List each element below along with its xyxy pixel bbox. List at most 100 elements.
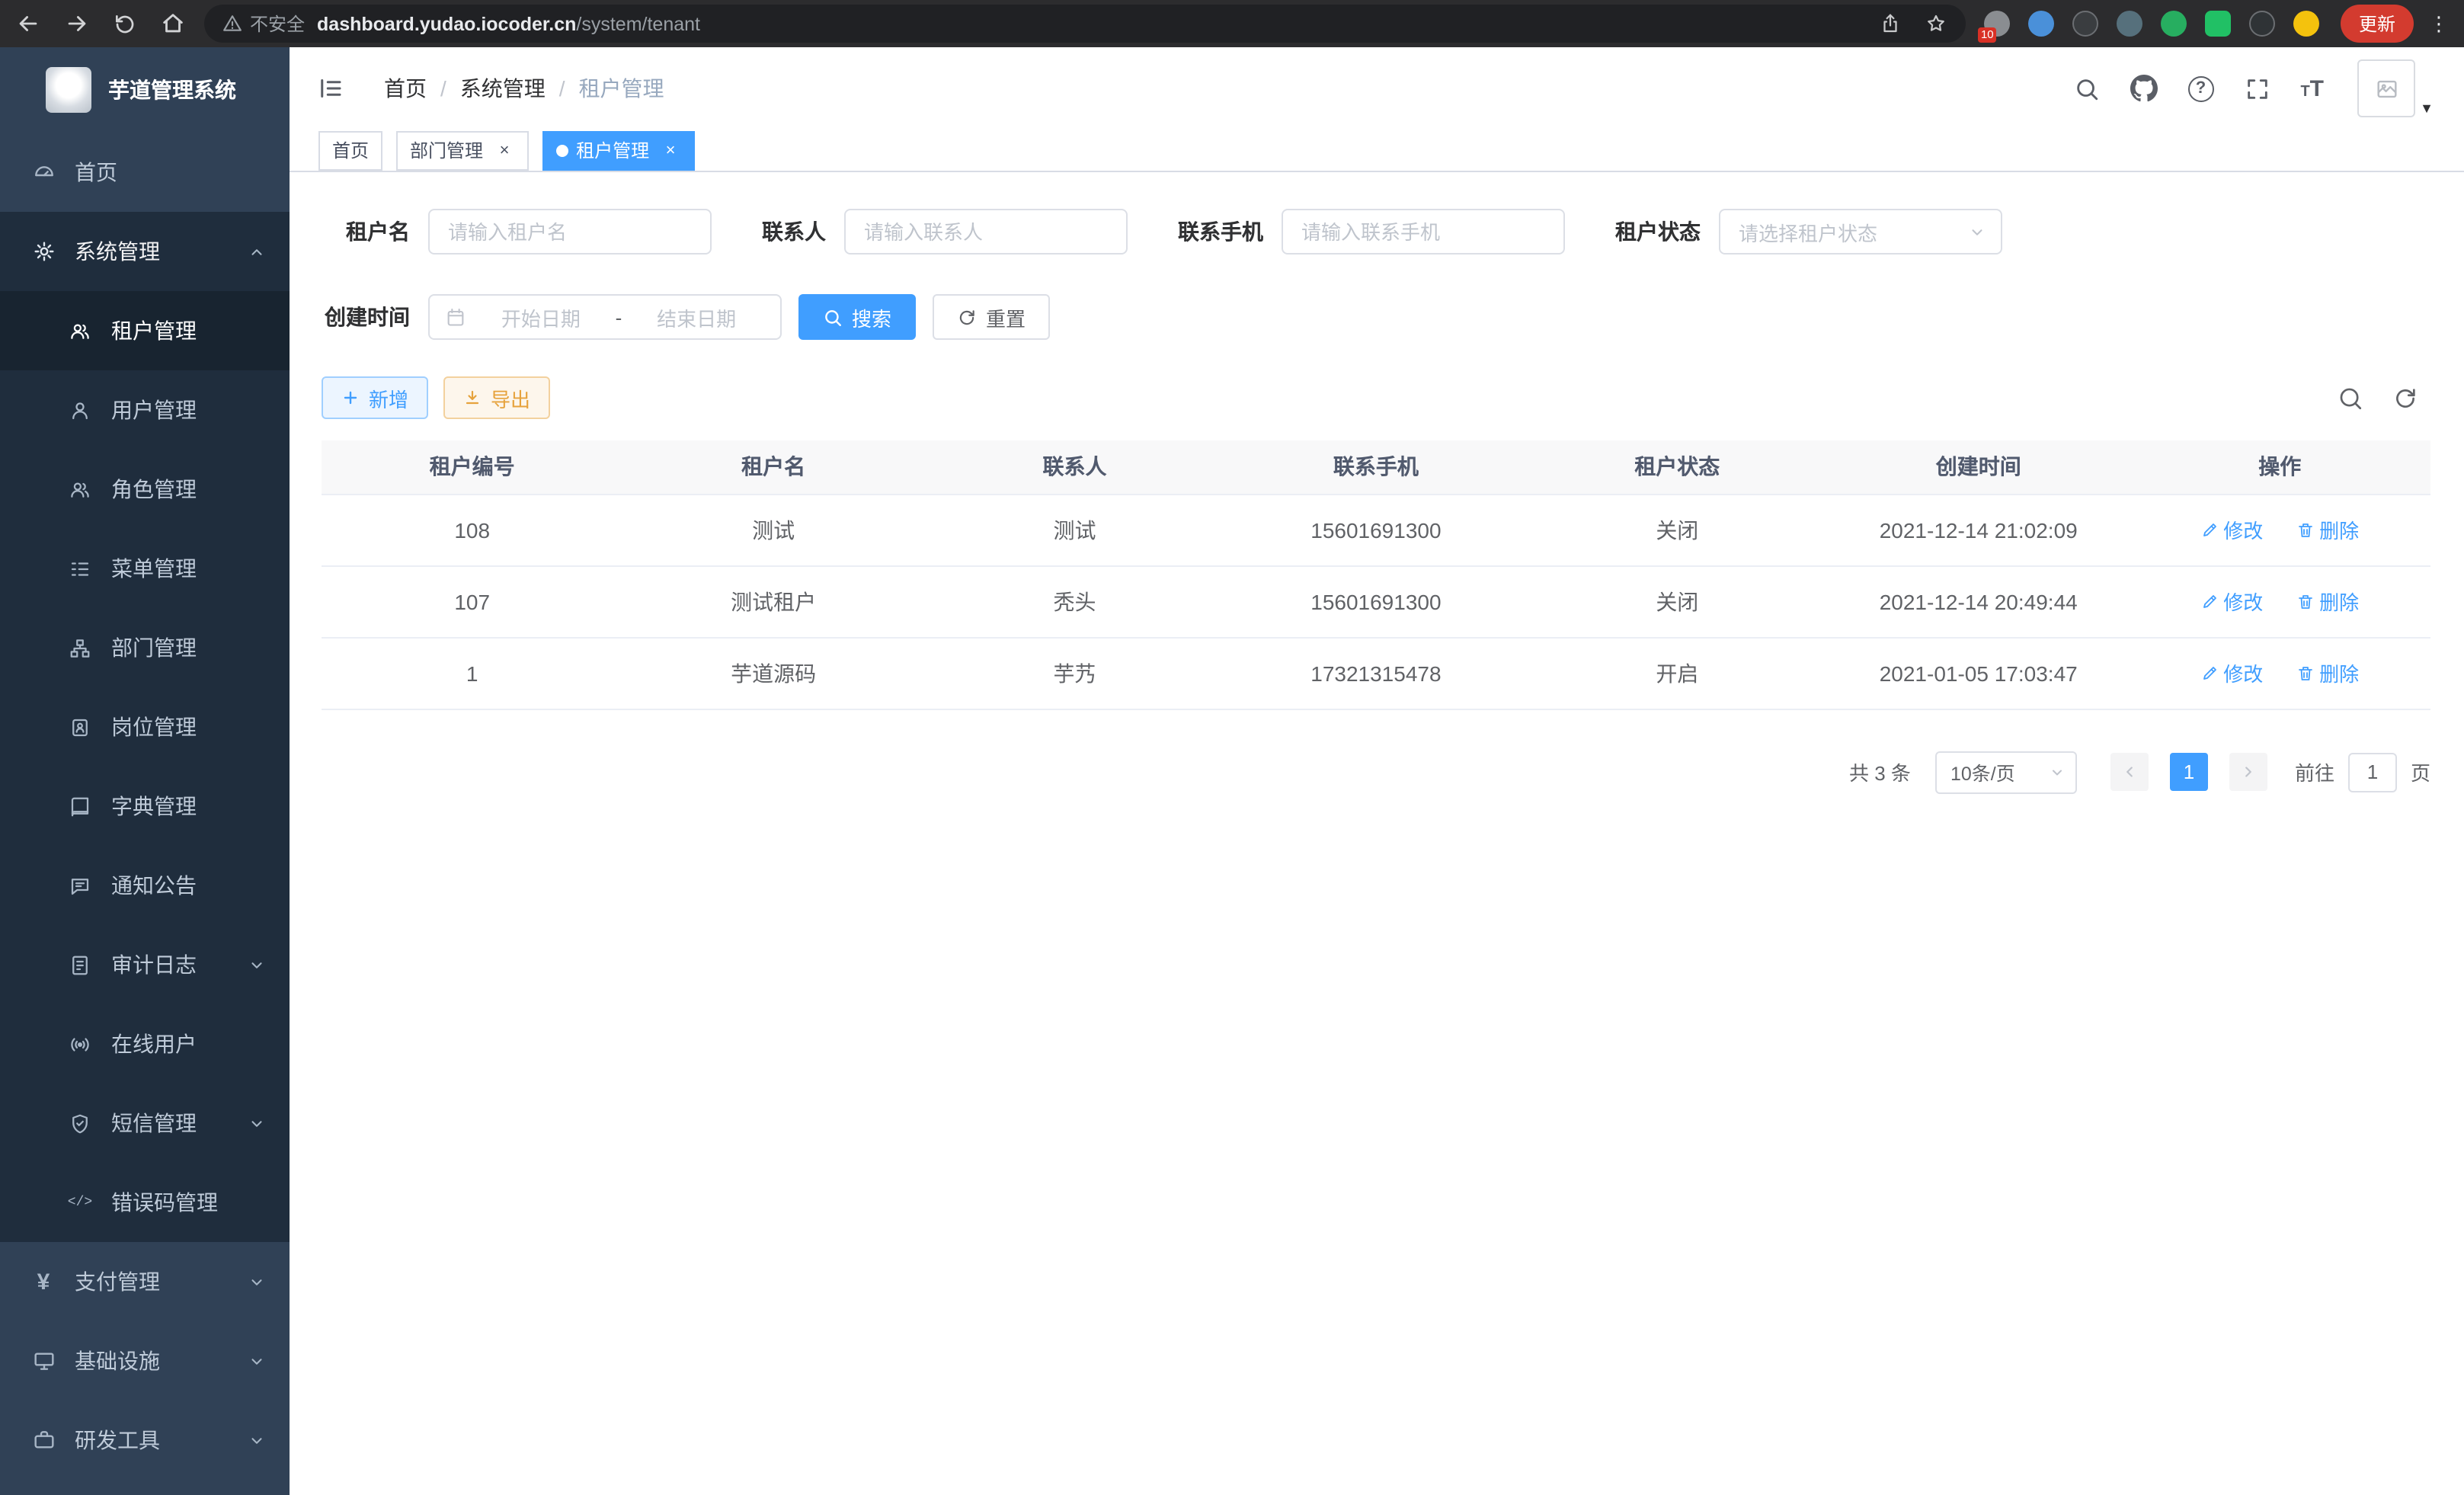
browser-menu-icon[interactable]: ⋮ — [2429, 11, 2449, 36]
sidebar-item-notice[interactable]: 通知公告 — [0, 846, 290, 925]
export-button[interactable]: 导出 — [443, 376, 550, 419]
show-search-icon[interactable] — [2338, 385, 2363, 411]
sidebar-item-label: 审计日志 — [111, 949, 230, 980]
app-title: 芋道管理系统 — [108, 75, 236, 105]
page-number-current[interactable]: 1 — [2170, 753, 2208, 791]
sidebar-item-label: 短信管理 — [111, 1108, 230, 1138]
extension-icon[interactable] — [2028, 11, 2054, 37]
prev-page-button[interactable] — [2110, 753, 2149, 791]
extension-icon[interactable] — [2249, 11, 2275, 37]
browser-update-button[interactable]: 更新 — [2341, 5, 2414, 43]
github-icon[interactable] — [2130, 75, 2157, 102]
sidebar-menu: 首页 系统管理 租户管理 — [0, 133, 290, 1480]
sidebar-item-audit-log[interactable]: 审计日志 — [0, 925, 290, 1004]
sidebar-item-pay[interactable]: ¥ 支付管理 — [0, 1242, 290, 1321]
shield-icon — [67, 1112, 93, 1135]
sidebar-toggle-icon[interactable] — [317, 75, 344, 102]
sidebar-item-user[interactable]: 用户管理 — [0, 370, 290, 450]
sidebar-item-label: 角色管理 — [111, 474, 265, 504]
delete-link[interactable]: 删除 — [2296, 515, 2359, 544]
date-end-placeholder[interactable]: 结束日期 — [628, 303, 765, 331]
add-button[interactable]: 新增 — [322, 376, 428, 419]
sidebar: 芋道管理系统 首页 系统管理 — [0, 47, 290, 1495]
sidebar-item-infra[interactable]: 基础设施 — [0, 1321, 290, 1401]
table-header-row: 租户编号 租户名 联系人 联系手机 租户状态 创建时间 操作 — [322, 440, 2430, 494]
page-size-select[interactable]: 10条/页 — [1935, 751, 2077, 793]
user-avatar[interactable]: ▼ — [2357, 59, 2415, 117]
sidebar-item-post[interactable]: 岗位管理 — [0, 687, 290, 767]
tab-home[interactable]: 首页 — [318, 130, 382, 170]
breadcrumb-home[interactable]: 首页 — [384, 73, 427, 104]
status-select[interactable]: 请选择租户状态 — [1719, 209, 2002, 255]
sidebar-item-tenant[interactable]: 租户管理 — [0, 291, 290, 370]
chevron-down-icon — [248, 1353, 265, 1369]
goto-page-input[interactable] — [2348, 752, 2397, 792]
extension-icon[interactable] — [2117, 11, 2142, 37]
chevron-down-icon — [248, 1432, 265, 1449]
extension-icon[interactable] — [2205, 11, 2231, 37]
edit-icon — [2200, 592, 2219, 610]
sidebar-item-dept[interactable]: 部门管理 — [0, 608, 290, 687]
sidebar-item-menu[interactable]: 菜单管理 — [0, 529, 290, 608]
header-search-icon[interactable] — [2073, 75, 2099, 101]
tenant-name-input[interactable] — [428, 209, 712, 255]
extension-icon[interactable] — [2072, 11, 2098, 37]
column-header: 联系人 — [924, 440, 1225, 494]
back-icon[interactable] — [15, 11, 41, 37]
close-icon[interactable]: × — [660, 139, 681, 161]
delete-link[interactable]: 删除 — [2296, 587, 2359, 616]
extension-badge: 10 — [1978, 27, 1997, 43]
sidebar-item-error-code[interactable]: </> 错误码管理 — [0, 1163, 290, 1242]
url-path: /system/tenant — [576, 13, 700, 34]
date-start-placeholder[interactable]: 开始日期 — [472, 303, 610, 331]
reload-icon[interactable] — [113, 11, 137, 36]
page-size-value: 10条/页 — [1950, 757, 2015, 786]
delete-label: 删除 — [2319, 658, 2359, 687]
sidebar-item-devtools[interactable]: 研发工具 — [0, 1401, 290, 1480]
reset-button[interactable]: 重置 — [933, 294, 1050, 340]
delete-link[interactable]: 删除 — [2296, 658, 2359, 687]
app-logo[interactable]: 芋道管理系统 — [0, 47, 290, 133]
refresh-table-icon[interactable] — [2392, 385, 2418, 411]
contact-input[interactable] — [844, 209, 1128, 255]
fullscreen-icon[interactable] — [2244, 75, 2270, 101]
edit-link[interactable]: 修改 — [2200, 587, 2263, 616]
sidebar-item-role[interactable]: 角色管理 — [0, 450, 290, 529]
share-icon[interactable] — [1879, 12, 1902, 35]
security-chip[interactable]: 不安全 — [222, 11, 305, 37]
date-range-picker[interactable]: 开始日期 - 结束日期 — [428, 294, 782, 340]
address-bar[interactable]: 不安全 dashboard.yudao.iocoder.cn/system/te… — [204, 5, 1966, 43]
help-icon[interactable]: ? — [2187, 75, 2213, 101]
next-page-button[interactable] — [2229, 753, 2267, 791]
sidebar-item-home[interactable]: 首页 — [0, 133, 290, 212]
edit-link[interactable]: 修改 — [2200, 658, 2263, 687]
column-header: 操作 — [2129, 440, 2430, 494]
trash-icon — [2296, 664, 2315, 682]
search-button[interactable]: 搜索 — [798, 294, 916, 340]
tab-tenant[interactable]: 租户管理 × — [542, 130, 695, 170]
sidebar-item-dict[interactable]: 字典管理 — [0, 767, 290, 846]
extension-icon[interactable] — [2161, 11, 2187, 37]
extension-icon[interactable]: 10 — [1984, 11, 2010, 37]
table-row: 107 测试租户 秃头 15601691300 关闭 2021-12-14 20… — [322, 565, 2430, 637]
font-size-icon[interactable]: TT — [2300, 77, 2324, 100]
breadcrumb-system[interactable]: 系统管理 — [460, 73, 546, 104]
edit-link[interactable]: 修改 — [2200, 515, 2263, 544]
sidebar-item-online-user[interactable]: 在线用户 — [0, 1004, 290, 1084]
bookmark-star-icon[interactable] — [1925, 12, 1947, 35]
close-icon[interactable]: × — [494, 139, 515, 161]
filter-tenant-name: 租户名 — [322, 209, 712, 255]
users-icon — [67, 478, 93, 501]
sidebar-item-sms[interactable]: 短信管理 — [0, 1084, 290, 1163]
sidebar-item-system[interactable]: 系统管理 — [0, 212, 290, 291]
cell-tenant-name: 芋道源码 — [622, 637, 923, 709]
forward-icon[interactable] — [64, 11, 90, 37]
url-host: dashboard.yudao.iocoder.cn — [317, 13, 576, 34]
trash-icon — [2296, 592, 2315, 610]
browser-profile-icon[interactable] — [2293, 11, 2319, 37]
phone-input[interactable] — [1282, 209, 1565, 255]
tab-dept[interactable]: 部门管理 × — [396, 130, 529, 170]
page-unit-label: 页 — [2411, 757, 2430, 786]
tab-label: 租户管理 — [576, 137, 649, 163]
home-icon[interactable] — [160, 11, 186, 37]
